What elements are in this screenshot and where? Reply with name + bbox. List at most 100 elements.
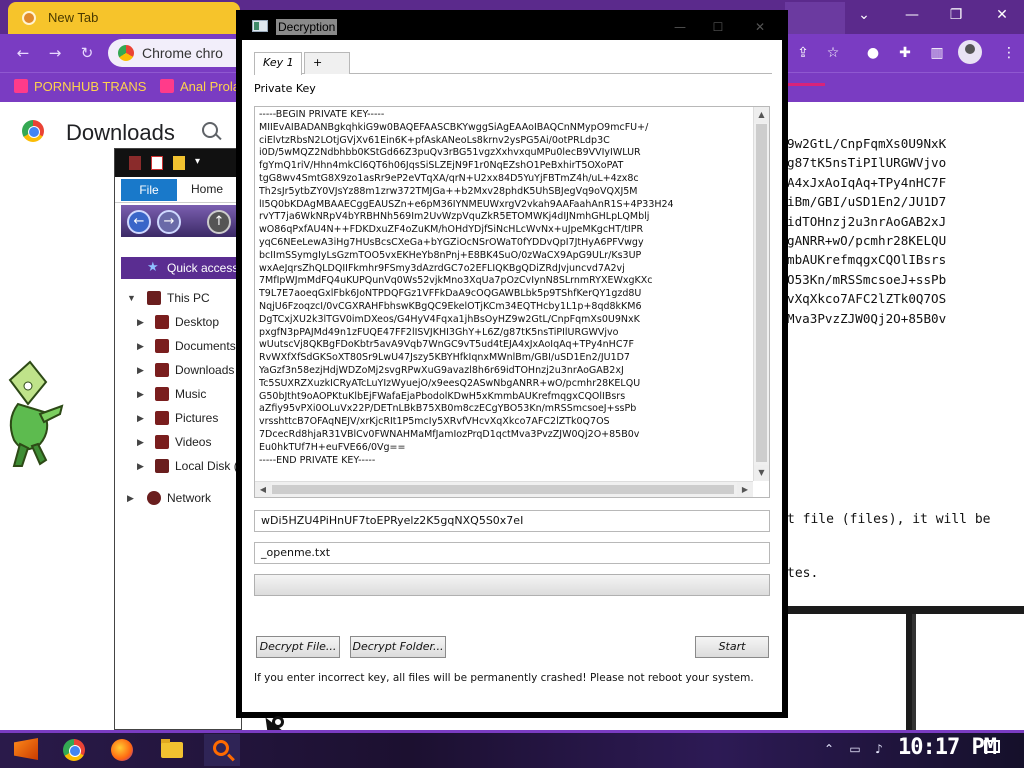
taskbar-firefox[interactable] bbox=[104, 734, 140, 766]
taskbar-search[interactable] bbox=[204, 734, 240, 766]
private-key-textarea[interactable]: -----BEGIN PRIVATE KEY----- MIIEvAIBADAN… bbox=[254, 106, 770, 498]
start-button[interactable]: Start bbox=[695, 636, 769, 658]
background-console-line: mbAUKrefmqgxCQOlIBsrs bbox=[787, 252, 947, 268]
tab-file[interactable]: File bbox=[121, 179, 177, 201]
close-icon[interactable]: ✕ bbox=[990, 6, 1014, 24]
start-logo-icon bbox=[14, 738, 38, 760]
private-key-text[interactable]: -----BEGIN PRIVATE KEY----- MIIEvAIBADAN… bbox=[259, 109, 749, 481]
background-console-line: idTOHnzj2u3nrAoGAB2xJ bbox=[787, 213, 947, 229]
system-tray: ⌃ ▭ ♪ bbox=[820, 738, 900, 760]
properties-icon[interactable] bbox=[151, 156, 163, 170]
dialog-title: Decryption bbox=[276, 19, 338, 35]
reload-icon[interactable]: ↻ bbox=[76, 42, 98, 64]
network-icon[interactable]: ▭ bbox=[846, 740, 864, 758]
forward-icon[interactable]: → bbox=[44, 42, 66, 64]
explorer-titlebar: ▾ bbox=[115, 149, 241, 177]
scroll-right-icon[interactable]: ▶ bbox=[737, 482, 753, 497]
decrypt-file-button[interactable]: Decrypt File... bbox=[256, 636, 340, 658]
decryption-dialog: Decryption — ☐ ✕ Key 1 + Private Key ---… bbox=[236, 10, 788, 718]
chevron-right-icon: ▶ bbox=[137, 317, 144, 327]
chrome-logo-icon bbox=[22, 120, 44, 142]
explorer-ribbon: File Home bbox=[115, 177, 241, 203]
key-id-field[interactable]: wDi5HZU4PiHnUF7toEPRyelz2K5gqNXQ5S0x7eI bbox=[254, 510, 770, 532]
puzzle-icon[interactable]: ✚ bbox=[895, 43, 915, 63]
scrollbar-thumb[interactable] bbox=[756, 124, 767, 462]
taskbar-accent bbox=[0, 730, 1024, 733]
chrome-logo-icon bbox=[118, 45, 134, 61]
scroll-left-icon[interactable]: ◀ bbox=[255, 482, 271, 497]
maximize-icon[interactable]: ☐ bbox=[708, 18, 728, 36]
scroll-down-icon[interactable]: ▼ bbox=[754, 465, 769, 481]
scrollbar-thumb[interactable] bbox=[272, 485, 734, 494]
background-console-line: tes. bbox=[787, 566, 819, 581]
menu-icon[interactable]: ⋮ bbox=[999, 43, 1019, 63]
background-console-line: gANRR+wO/pcmhr28KELQU bbox=[787, 233, 947, 249]
quick-access[interactable]: ★ Quick access bbox=[121, 257, 241, 279]
notification-icon[interactable] bbox=[984, 740, 1000, 753]
app-window-icon bbox=[252, 20, 268, 32]
filename-field[interactable]: _openme.txt bbox=[254, 542, 770, 564]
forward-icon[interactable]: → bbox=[157, 210, 181, 234]
address-bar[interactable]: Chrome chro bbox=[108, 39, 240, 67]
folder-icon bbox=[155, 363, 169, 377]
chevron-up-icon[interactable]: ⌃ bbox=[820, 740, 838, 758]
bookmark-item[interactable]: PORNHUB TRANS bbox=[14, 79, 146, 94]
start-button[interactable] bbox=[8, 734, 44, 766]
network-icon bbox=[147, 491, 161, 505]
up-icon[interactable]: ↑ bbox=[207, 210, 231, 234]
tab-home[interactable]: Home bbox=[191, 182, 223, 196]
bookmark-item[interactable]: Anal Prola bbox=[160, 79, 240, 94]
app-icon bbox=[129, 156, 141, 170]
chevron-right-icon: ▶ bbox=[137, 413, 144, 423]
restore-icon[interactable]: ❐ bbox=[944, 6, 968, 24]
decrypt-folder-button[interactable]: Decrypt Folder... bbox=[350, 636, 446, 658]
explorer-navbar: ← → ↑ bbox=[121, 205, 241, 237]
dialog-body: Key 1 + Private Key -----BEGIN PRIVATE K… bbox=[242, 40, 782, 712]
close-icon[interactable]: ✕ bbox=[750, 18, 770, 36]
bookmark-icon bbox=[14, 79, 28, 93]
taskbar-chrome[interactable] bbox=[56, 734, 92, 766]
new-folder-icon[interactable] bbox=[173, 156, 185, 170]
folder-icon bbox=[155, 387, 169, 401]
warning-text: If you enter incorrect key, all files wi… bbox=[254, 672, 754, 684]
star-icon: ★ bbox=[147, 260, 159, 275]
side-panel-icon[interactable]: ▥ bbox=[927, 43, 947, 63]
browser-tab[interactable]: New Tab bbox=[8, 2, 240, 34]
star-icon[interactable]: ☆ bbox=[823, 43, 843, 63]
minimize-icon[interactable]: — bbox=[900, 6, 924, 24]
scroll-up-icon[interactable]: ▲ bbox=[754, 107, 769, 123]
key-tabs: Key 1 + bbox=[254, 52, 772, 75]
share-icon[interactable]: ⇪ bbox=[793, 43, 813, 63]
background-console-line: A4xJxAoIqAq+TPy4nHC7F bbox=[787, 174, 947, 190]
taskbar-clock[interactable]: 10:17 PM bbox=[898, 735, 997, 760]
address-text: Chrome chro bbox=[142, 45, 223, 61]
chevron-right-icon: ▶ bbox=[127, 493, 134, 503]
background-console-line: g87tK5nsTiPIlURGWVjvo bbox=[787, 155, 947, 171]
profile-avatar[interactable] bbox=[958, 40, 982, 64]
chevron-down-icon[interactable]: ▾ bbox=[195, 156, 205, 170]
horizontal-scrollbar[interactable]: ◀ ▶ bbox=[255, 481, 753, 497]
toolbar-actions: ⇪ ☆ ● ✚ ▥ ⋮ bbox=[785, 39, 1024, 67]
chevron-right-icon: ▶ bbox=[137, 341, 144, 351]
tab-add-key[interactable]: + bbox=[304, 52, 350, 74]
back-icon[interactable]: ← bbox=[12, 42, 34, 64]
browser-tab-area bbox=[785, 2, 845, 34]
extension-avatar-icon[interactable]: ● bbox=[863, 43, 883, 63]
background-console-line: 9w2GtL/CnpFqmXs0U9NxK bbox=[787, 136, 947, 151]
chevron-right-icon: ▶ bbox=[137, 365, 144, 375]
vertical-scrollbar[interactable]: ▲ ▼ bbox=[753, 107, 769, 481]
page-title: Downloads bbox=[66, 120, 175, 145]
tab-favicon-icon bbox=[22, 11, 36, 25]
back-icon[interactable]: ← bbox=[127, 210, 151, 234]
minimize-icon[interactable]: — bbox=[670, 18, 690, 36]
volume-icon[interactable]: ♪ bbox=[870, 740, 888, 758]
tab-key-1[interactable]: Key 1 bbox=[254, 52, 302, 75]
chevron-right-icon: ▶ bbox=[137, 437, 144, 447]
taskbar-file-explorer[interactable] bbox=[154, 734, 190, 766]
chevron-right-icon: ▶ bbox=[137, 461, 144, 471]
folder-icon bbox=[155, 339, 169, 353]
search-icon[interactable] bbox=[202, 122, 218, 138]
decryption-progress-bar bbox=[254, 574, 770, 596]
background-console-line: iBm/GBI/uSD1En2/JU1D7 bbox=[787, 194, 947, 210]
chevron-down-icon[interactable]: ⌄ bbox=[852, 6, 876, 24]
